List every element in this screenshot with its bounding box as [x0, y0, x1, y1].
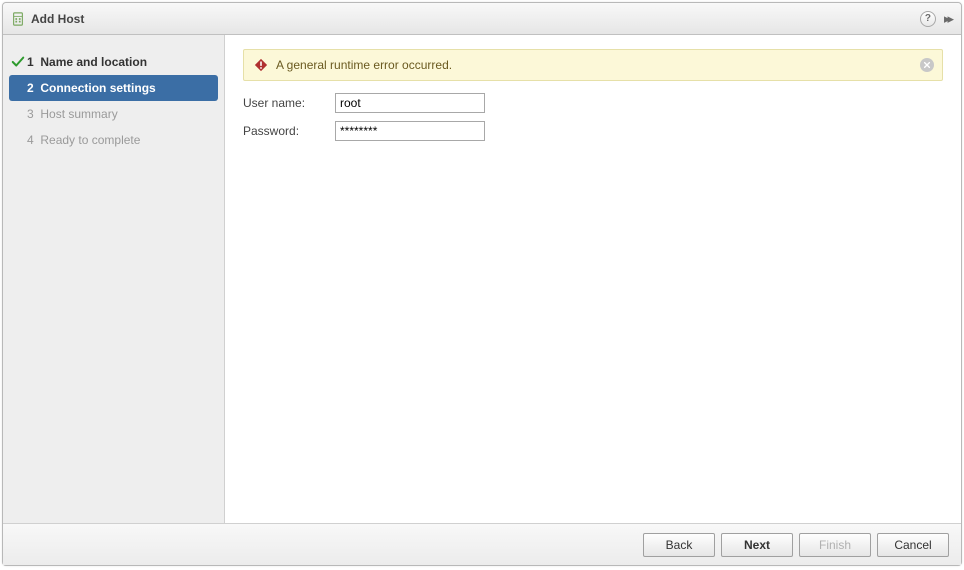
step-label: 3 Host summary	[27, 107, 118, 121]
password-row: Password:	[243, 121, 943, 141]
back-button[interactable]: Back	[643, 533, 715, 557]
error-icon	[254, 58, 268, 72]
step-connection-settings[interactable]: 2 Connection settings	[9, 75, 218, 101]
check-icon	[9, 55, 27, 69]
username-label: User name:	[243, 96, 335, 110]
close-icon[interactable]	[920, 58, 934, 72]
wizard-steps-sidebar: 1 Name and location 2 Connection setting…	[3, 35, 225, 523]
step-label: 2 Connection settings	[27, 81, 156, 95]
expand-icon[interactable]: ▸▸	[944, 11, 951, 27]
error-alert: A general runtime error occurred.	[243, 49, 943, 81]
title-bar: Add Host ? ▸▸	[3, 3, 961, 35]
dialog-footer: Back Next Finish Cancel	[3, 523, 961, 565]
step-host-summary: 3 Host summary	[3, 101, 224, 127]
host-icon	[11, 12, 25, 26]
password-label: Password:	[243, 124, 335, 138]
help-icon[interactable]: ?	[920, 11, 936, 27]
next-button[interactable]: Next	[721, 533, 793, 557]
step-label: 1 Name and location	[27, 55, 147, 69]
username-row: User name:	[243, 93, 943, 113]
add-host-dialog: Add Host ? ▸▸ 1 Name and location 2 Conn…	[2, 2, 962, 566]
step-ready-to-complete: 4 Ready to complete	[3, 127, 224, 153]
wizard-content: A general runtime error occurred. User n…	[225, 35, 961, 523]
alert-message: A general runtime error occurred.	[276, 58, 452, 72]
username-field[interactable]	[335, 93, 485, 113]
finish-button: Finish	[799, 533, 871, 557]
step-label: 4 Ready to complete	[27, 133, 140, 147]
cancel-button[interactable]: Cancel	[877, 533, 949, 557]
dialog-body: 1 Name and location 2 Connection setting…	[3, 35, 961, 523]
dialog-title: Add Host	[31, 12, 84, 26]
password-field[interactable]	[335, 121, 485, 141]
step-name-and-location[interactable]: 1 Name and location	[3, 49, 224, 75]
